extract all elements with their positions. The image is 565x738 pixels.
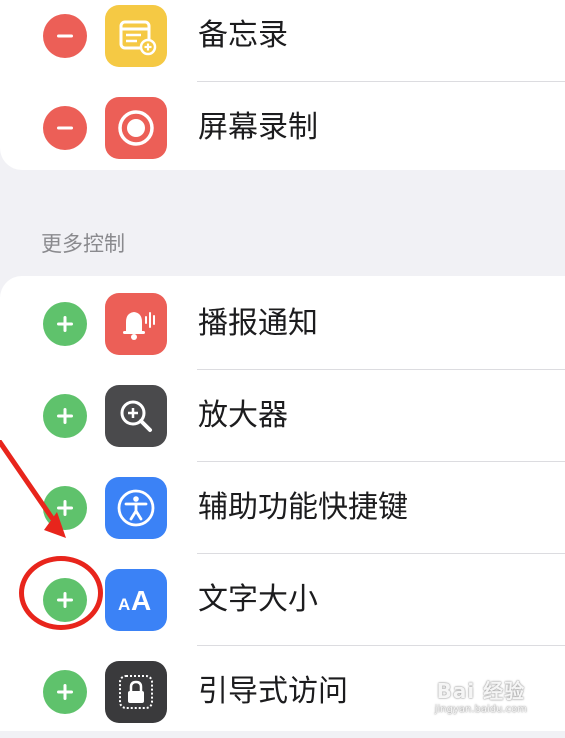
- svg-text:A: A: [131, 585, 151, 616]
- plus-icon: [57, 684, 73, 700]
- add-button-magnifier[interactable]: [43, 394, 87, 438]
- watermark-url: jingyan.baidu.com: [434, 704, 527, 715]
- control-label: 引导式访问: [198, 674, 348, 709]
- control-label: 备忘录: [198, 18, 288, 53]
- control-label: 屏幕录制: [198, 110, 318, 145]
- control-label: 放大器: [198, 398, 288, 433]
- notes-icon: [105, 5, 167, 67]
- magnifier-icon: [105, 385, 167, 447]
- control-label: 播报通知: [198, 306, 318, 341]
- annotation-arrow-icon: [0, 440, 66, 538]
- plus-icon: [57, 316, 73, 332]
- annotation-highlight-circle: [19, 556, 103, 630]
- control-row-screen-recording: 屏幕录制: [0, 82, 565, 174]
- plus-icon: [57, 408, 73, 424]
- accessibility-shortcut-icon: [105, 477, 167, 539]
- control-row-notes: 备忘录: [0, 0, 565, 82]
- add-button-announce-notifications[interactable]: [43, 302, 87, 346]
- remove-button-screen-recording[interactable]: [43, 106, 87, 150]
- watermark-text: Bai 经验: [436, 679, 526, 703]
- remove-button-notes[interactable]: [43, 14, 87, 58]
- guided-access-icon: [105, 661, 167, 723]
- control-row-announce-notifications: 播报通知: [0, 278, 565, 370]
- section-header-more-controls: 更多控制: [41, 232, 125, 256]
- watermark: Bai 经验 jingyan.baidu.com: [435, 675, 527, 715]
- minus-icon: [57, 34, 73, 38]
- control-label: 文字大小: [198, 582, 318, 617]
- control-label: 辅助功能快捷键: [198, 490, 408, 525]
- text-size-icon: A A: [105, 569, 167, 631]
- screen-recording-icon: [105, 97, 167, 159]
- control-group-included: 备忘录 屏幕录制: [0, 0, 565, 170]
- svg-text:A: A: [118, 595, 130, 614]
- add-button-guided-access[interactable]: [43, 670, 87, 714]
- minus-icon: [57, 126, 73, 130]
- announce-notifications-icon: [105, 293, 167, 355]
